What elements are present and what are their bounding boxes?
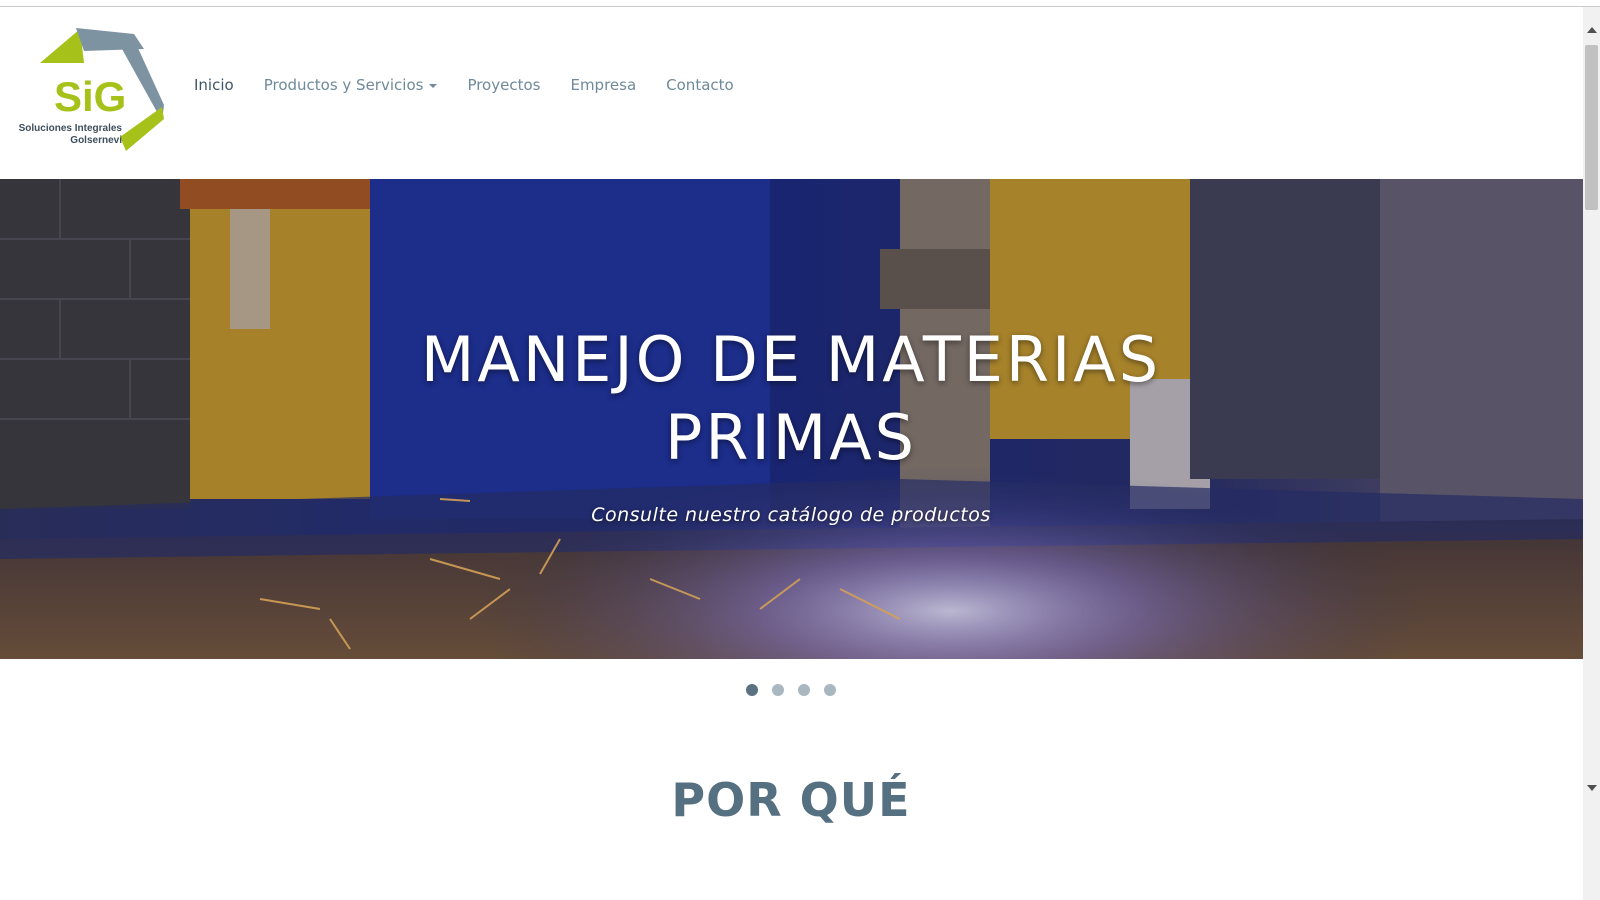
nav-item-inicio[interactable]: Inicio (194, 70, 249, 100)
logo-text-line1: Soluciones Integrales (18, 123, 122, 134)
nav-item-empresa[interactable]: Empresa (555, 70, 651, 100)
carousel-indicator-4[interactable] (824, 684, 836, 696)
hero-title: MANEJO DE MATERIAS PRIMAS (291, 321, 1291, 477)
carousel-indicator-1[interactable] (746, 684, 758, 696)
site-header: SiG Soluciones Integrales Golsernevi Ini… (0, 7, 1583, 179)
nav-item-productos-servicios[interactable]: Productos y Servicios (249, 70, 453, 100)
nav-label-empresa: Empresa (570, 76, 637, 94)
nav-label-contacto: Contacto (666, 76, 734, 94)
hero-title-line2: PRIMAS (664, 401, 917, 474)
carousel-indicators (746, 684, 836, 696)
carousel-indicator-3[interactable] (798, 684, 810, 696)
nav-item-contacto[interactable]: Contacto (651, 70, 749, 100)
nav-label-productos-servicios: Productos y Servicios (263, 76, 424, 94)
scroll-up-arrow-icon[interactable] (1587, 27, 1597, 33)
svg-text:SiG: SiG (54, 73, 126, 120)
web-page: SiG Soluciones Integrales Golsernevi Ini… (0, 7, 1583, 900)
logo-text-line2: Golsernevi (70, 135, 122, 146)
site-logo[interactable]: SiG Soluciones Integrales Golsernevi (14, 19, 164, 153)
browser-top-edge (0, 0, 1600, 7)
hero-subtitle[interactable]: Consulte nuestro catálogo de productos (391, 504, 1191, 526)
nav-item-proyectos[interactable]: Proyectos (452, 70, 555, 100)
nav-label-inicio: Inicio (194, 76, 234, 94)
carousel-indicator-2[interactable] (772, 684, 784, 696)
hero-title-line1: MANEJO DE MATERIAS (420, 323, 1162, 396)
browser-viewport: SiG Soluciones Integrales Golsernevi Ini… (0, 0, 1600, 900)
section-title-por-que: POR QUÉ (671, 773, 911, 828)
vertical-scrollbar[interactable] (1583, 7, 1600, 900)
main-nav: Inicio Productos y Servicios Proyectos E… (194, 70, 749, 100)
caret-down-icon (429, 84, 438, 88)
hero-carousel[interactable]: MANEJO DE MATERIAS PRIMAS Consulte nuest… (0, 179, 1583, 659)
scroll-down-arrow-icon[interactable] (1587, 785, 1597, 791)
scroll-thumb[interactable] (1585, 45, 1598, 210)
nav-label-proyectos: Proyectos (467, 76, 541, 94)
